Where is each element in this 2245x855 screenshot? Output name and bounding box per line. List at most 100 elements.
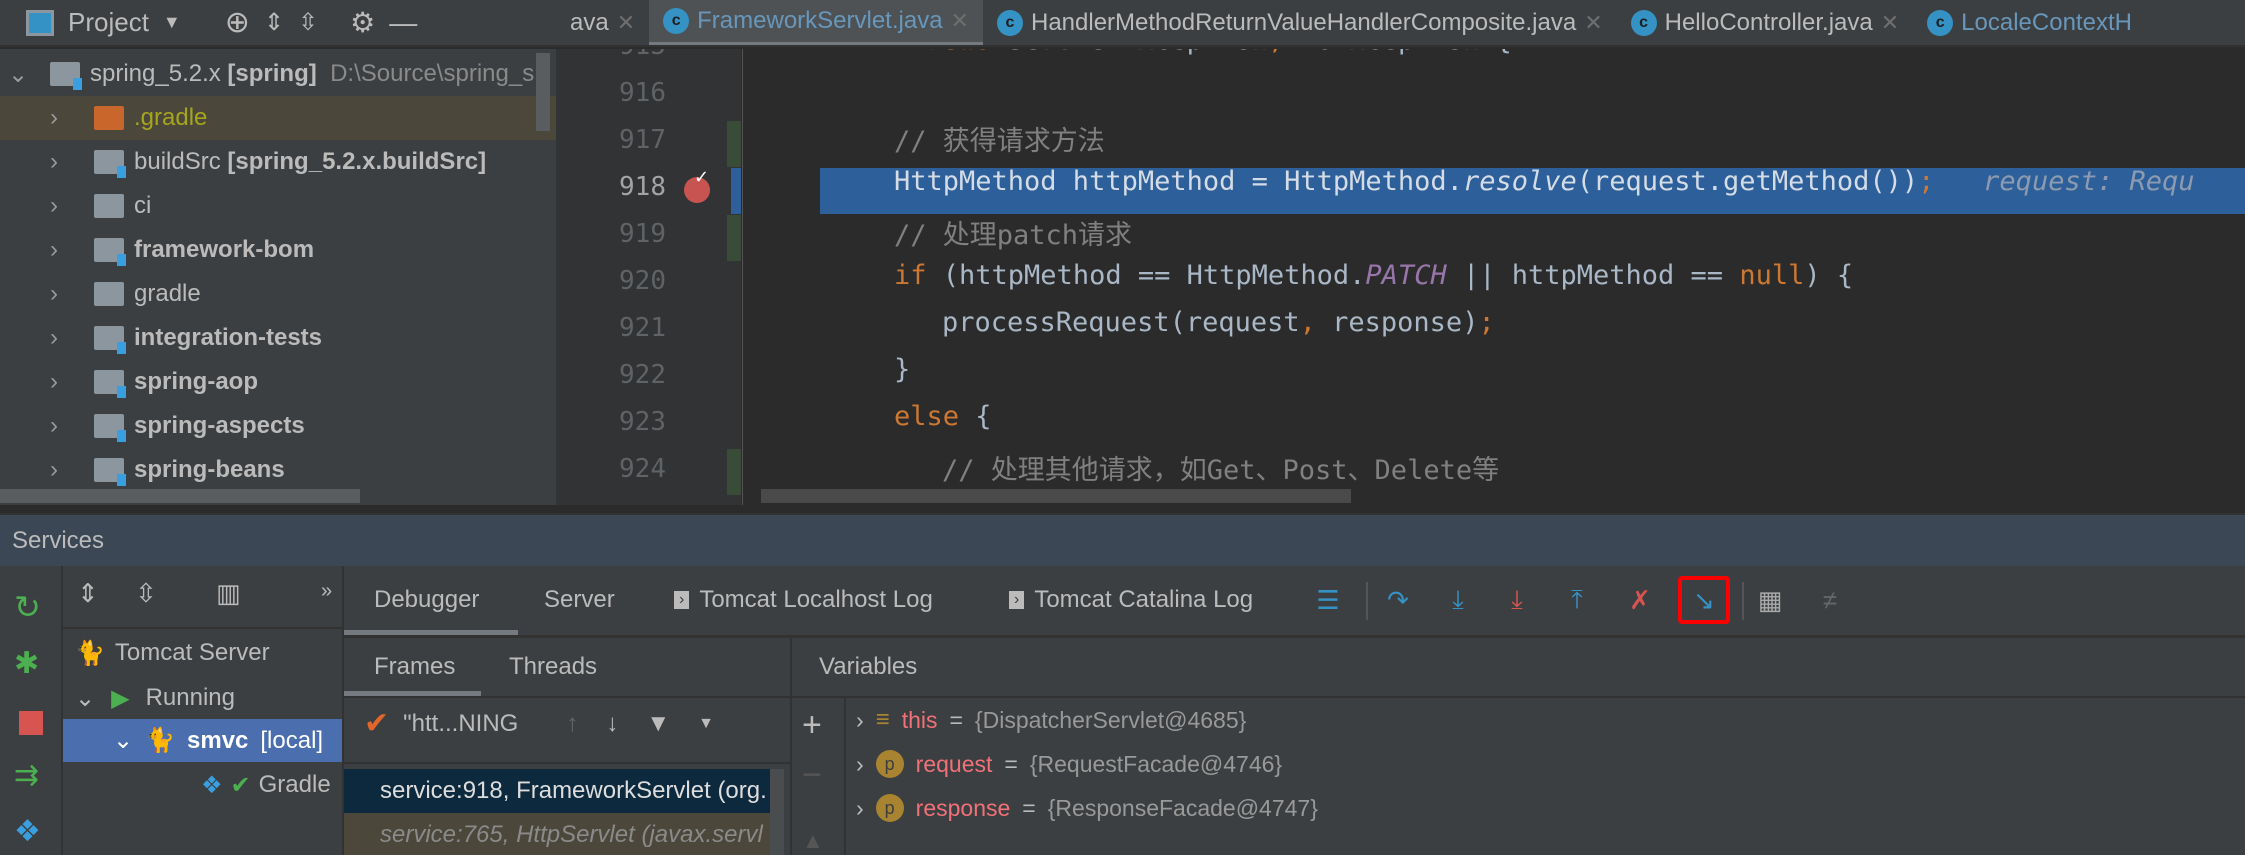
tree-hscrollbar[interactable]	[0, 489, 360, 503]
tab-tomcat-localhost-log[interactable]: › Tomcat Localhost Log	[674, 566, 933, 634]
chevron-right-icon[interactable]: ›	[50, 456, 72, 484]
editor-tab[interactable]: ava ✕	[556, 0, 649, 45]
editor-hscrollbar[interactable]	[761, 489, 1351, 503]
tab-tomcat-catalina-log[interactable]: › Tomcat Catalina Log	[1009, 566, 1253, 634]
stop-icon[interactable]	[19, 711, 43, 735]
frame-row-selected[interactable]: service:918, FrameworkServlet (org.	[344, 769, 784, 813]
locate-icon[interactable]: ⊕	[225, 5, 250, 40]
variable-name: this	[901, 706, 938, 733]
tab-label: FrameworkServlet.java	[697, 6, 943, 34]
close-icon[interactable]: ✕	[617, 10, 635, 36]
chevron-right-icon[interactable]: ›	[50, 148, 72, 176]
close-icon[interactable]: ✕	[1584, 10, 1602, 36]
drop-frame-icon[interactable]: ✗	[1624, 584, 1656, 616]
variable-row[interactable]: › ≡ this = {DispatcherServlet@4685}	[856, 700, 1246, 740]
tree-item-root[interactable]: ⌄ spring_5.2.x [spring] D:\Source\spring…	[0, 52, 540, 96]
run-to-cursor-button[interactable]: ↘	[1678, 576, 1730, 624]
tab-label: Frames	[374, 653, 456, 680]
chevron-down-icon[interactable]: ⌄	[75, 684, 95, 713]
up-icon[interactable]: ▲	[802, 828, 824, 854]
tree-item-running[interactable]: ⌄ ▶ Running	[75, 684, 235, 713]
close-icon[interactable]: ✕	[951, 8, 969, 34]
tab-label: Debugger	[374, 586, 480, 613]
tree-item[interactable]: › spring-aspects	[0, 404, 540, 448]
step-over-icon[interactable]: ↷	[1382, 584, 1414, 616]
thread-selector[interactable]: ✔ "htt...NING ↑ ↓ ▼ ▼	[364, 706, 714, 741]
tab-threads[interactable]: Threads	[509, 638, 597, 696]
down-arrow-icon[interactable]: ↓	[606, 710, 618, 738]
console-icon: ›	[674, 591, 690, 609]
tree-item[interactable]: › buildSrc [spring_5.2.x.buildSrc]	[0, 140, 540, 184]
remove-watch-icon[interactable]: −	[802, 756, 822, 795]
debug-icon[interactable]: ✱	[14, 646, 39, 681]
gear-icon[interactable]: ⚙	[350, 6, 375, 39]
tree-item[interactable]: › framework-bom	[0, 228, 540, 272]
chevron-right-icon[interactable]: ›	[50, 368, 72, 396]
project-view-selector[interactable]: Project	[68, 7, 149, 38]
tree-item[interactable]: › spring-aop	[0, 360, 540, 404]
tree-scrollbar[interactable]	[536, 53, 550, 131]
code-line: // 获得请求方法	[894, 126, 1105, 157]
frame-label: service:765, HttpServlet (javax.servl	[380, 821, 763, 848]
evaluate-expression-icon[interactable]: ▦	[1754, 584, 1786, 616]
chevron-right-icon[interactable]: ›	[856, 751, 864, 778]
trace-icon[interactable]: ≠	[1814, 584, 1846, 616]
editor-tab[interactable]: c LocaleContextH	[1913, 0, 2146, 45]
code-editor[interactable]: ✓ 915 throws ServletException, IOExceptio…	[556, 49, 2245, 505]
tree-item-label: ci	[134, 192, 152, 219]
tree-item[interactable]: › ci	[0, 184, 540, 228]
chevron-down-icon[interactable]: ▼	[698, 715, 714, 733]
expand-all-icon[interactable]: ⇕	[77, 578, 99, 609]
tree-item[interactable]: › integration-tests	[0, 316, 540, 360]
collapse-all-icon[interactable]: ⇳	[135, 578, 157, 609]
expand-all-icon[interactable]: ⇕	[264, 8, 284, 37]
tree-item[interactable]: › gradle	[0, 272, 540, 316]
variable-row[interactable]: › p response = {ResponseFacade@4747}	[856, 788, 1318, 828]
code-line: }	[894, 354, 911, 385]
add-watch-icon[interactable]: +	[802, 706, 822, 745]
layout-icon[interactable]: ☰	[1312, 584, 1344, 616]
deploy-icon[interactable]: ⇉	[14, 758, 39, 793]
hide-icon[interactable]: —	[389, 7, 417, 39]
chevron-right-icon[interactable]: ›	[50, 192, 72, 220]
tab-frames[interactable]: Frames	[374, 638, 455, 696]
filter-icon[interactable]: ▼	[646, 710, 670, 738]
tree-item-tomcat-server[interactable]: 🐈 Tomcat Server	[75, 639, 270, 668]
group-icon[interactable]: ❖	[14, 814, 41, 849]
chevron-down-icon[interactable]: ⌄	[113, 726, 133, 755]
services-title: Services	[12, 526, 105, 554]
up-arrow-icon[interactable]: ↑	[566, 710, 578, 738]
chevron-down-icon[interactable]: ⌄	[8, 60, 30, 89]
tree-item-gradle[interactable]: ❖ ✔ Gradle	[201, 771, 341, 800]
chevron-right-icon[interactable]: ›	[50, 280, 72, 308]
tab-debugger[interactable]: Debugger	[374, 566, 479, 634]
step-out-icon[interactable]: ⤒	[1561, 584, 1593, 616]
group-by-icon[interactable]: ▥	[216, 578, 241, 609]
tree-item[interactable]: › .gradle	[0, 96, 556, 140]
frame-row[interactable]: service:765, HttpServlet (javax.servl	[344, 813, 784, 855]
force-step-into-icon[interactable]: ⤓	[1501, 584, 1533, 616]
variable-row[interactable]: › p request = {RequestFacade@4746}	[856, 744, 1282, 784]
collapse-all-icon[interactable]: ⇳	[298, 8, 318, 37]
chevron-right-icon[interactable]: ›	[50, 236, 72, 264]
chevron-right-icon[interactable]: ›	[50, 324, 72, 352]
frames-scrollbar[interactable]	[770, 769, 784, 855]
run-icon: ▶	[111, 685, 130, 712]
editor-tab[interactable]: c HelloController.java ✕	[1617, 0, 1914, 45]
chevron-right-icon[interactable]: ›	[50, 104, 72, 132]
tree-item[interactable]: › spring-beans	[0, 448, 540, 492]
chevron-right-icon[interactable]: ›	[856, 707, 864, 734]
chevron-right-icon[interactable]: ›	[856, 795, 864, 822]
editor-tab[interactable]: c HandlerMethodReturnValueHandlerComposit…	[983, 0, 1617, 45]
rerun-icon[interactable]: ↻	[14, 588, 41, 626]
more-icon[interactable]: »	[321, 580, 332, 603]
step-into-icon[interactable]: ⤓	[1442, 584, 1474, 616]
chevron-right-icon[interactable]: ›	[50, 412, 72, 440]
change-marker	[727, 449, 741, 495]
close-icon[interactable]: ✕	[1881, 10, 1899, 36]
tab-server[interactable]: Server	[544, 566, 615, 634]
editor-tab-active[interactable]: c FrameworkServlet.java ✕	[649, 0, 983, 45]
line-number: 917	[619, 125, 666, 155]
tree-item-smvc[interactable]: ⌄ 🐈 smvc [local]	[63, 719, 342, 762]
chevron-down-icon[interactable]: ▼	[163, 12, 181, 33]
